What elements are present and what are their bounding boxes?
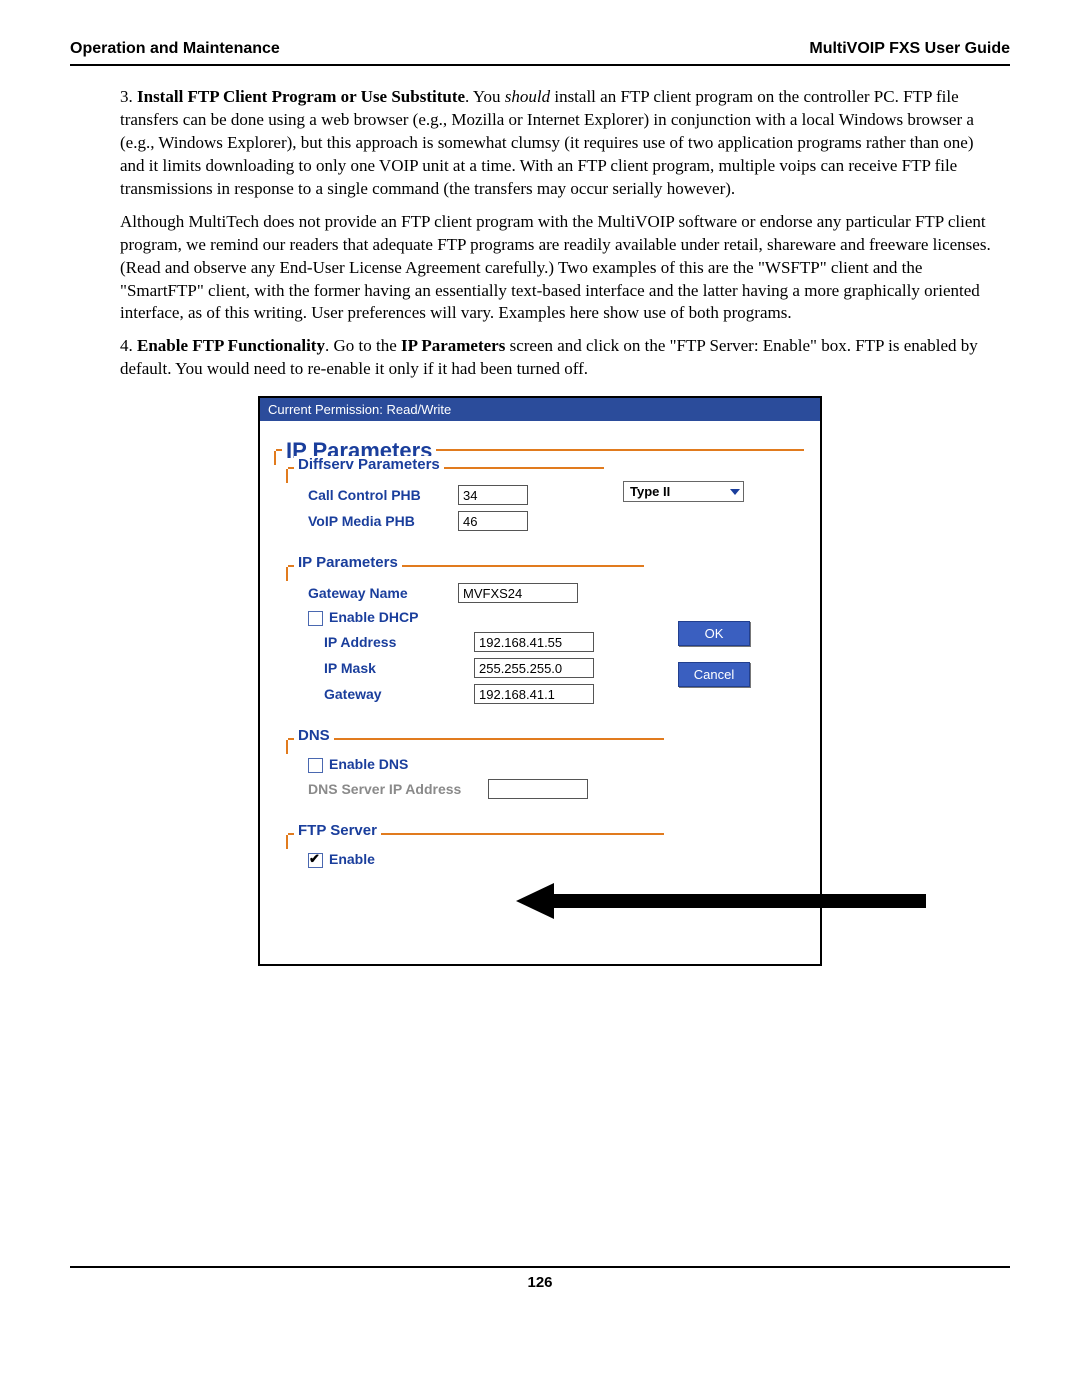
checkbox-checked-icon [308,853,323,868]
ip-mask-input[interactable] [474,658,594,678]
gateway-name-label: Gateway Name [296,585,458,601]
cancel-button[interactable]: Cancel [678,662,750,687]
enable-dhcp-checkbox[interactable]: Enable DHCP [296,609,458,626]
voip-media-phb-label: VoIP Media PHB [296,513,458,529]
dns-server-ip-label: DNS Server IP Address [296,781,488,797]
header-left: Operation and Maintenance [70,40,280,58]
dns-server-ip-input[interactable] [488,779,588,799]
callout-arrow-icon [516,881,926,921]
gateway-name-input[interactable] [458,583,578,603]
dns-group: DNS Enable DNS DNS Server IP Address [288,738,664,813]
ok-button[interactable]: OK [678,621,750,646]
ip-parameters-group: IP Parameters Type II OK Cancel Diffserv… [276,449,804,921]
page-number: 126 [527,1274,552,1291]
step-3-paragraph: 3. Install FTP Client Program or Use Sub… [120,86,1000,201]
window-titlebar: Current Permission: Read/Write [260,398,820,421]
type-dropdown[interactable]: Type II [623,481,744,502]
page-header: Operation and Maintenance MultiVOIP FXS … [70,40,1010,66]
ip-address-input[interactable] [474,632,594,652]
call-control-phb-input[interactable] [458,485,528,505]
chevron-down-icon [730,489,740,495]
gateway-label: Gateway [296,686,474,702]
paragraph-2: Although MultiTech does not provide an F… [120,211,1000,326]
step-4-paragraph: 4. Enable FTP Functionality. Go to the I… [120,335,1000,381]
call-control-phb-label: Call Control PHB [296,487,458,503]
ip-address-label: IP Address [296,634,474,650]
ftp-enable-checkbox[interactable]: Enable [296,851,458,868]
diffserv-group: Diffserv Parameters Call Control PHB VoI… [288,467,604,545]
ip-subgroup: IP Parameters Gateway Name Enable DHCP I… [288,565,644,718]
gateway-input[interactable] [474,684,594,704]
page-footer: 126 [70,1266,1010,1291]
ip-mask-label: IP Mask [296,660,474,676]
voip-media-phb-input[interactable] [458,511,528,531]
checkbox-icon [308,758,323,773]
dropdown-value: Type II [630,484,670,499]
header-right: MultiVOIP FXS User Guide [809,40,1010,58]
checkbox-icon [308,611,323,626]
enable-dns-checkbox[interactable]: Enable DNS [296,756,458,773]
ip-parameters-screenshot: Current Permission: Read/Write IP Parame… [258,396,822,965]
